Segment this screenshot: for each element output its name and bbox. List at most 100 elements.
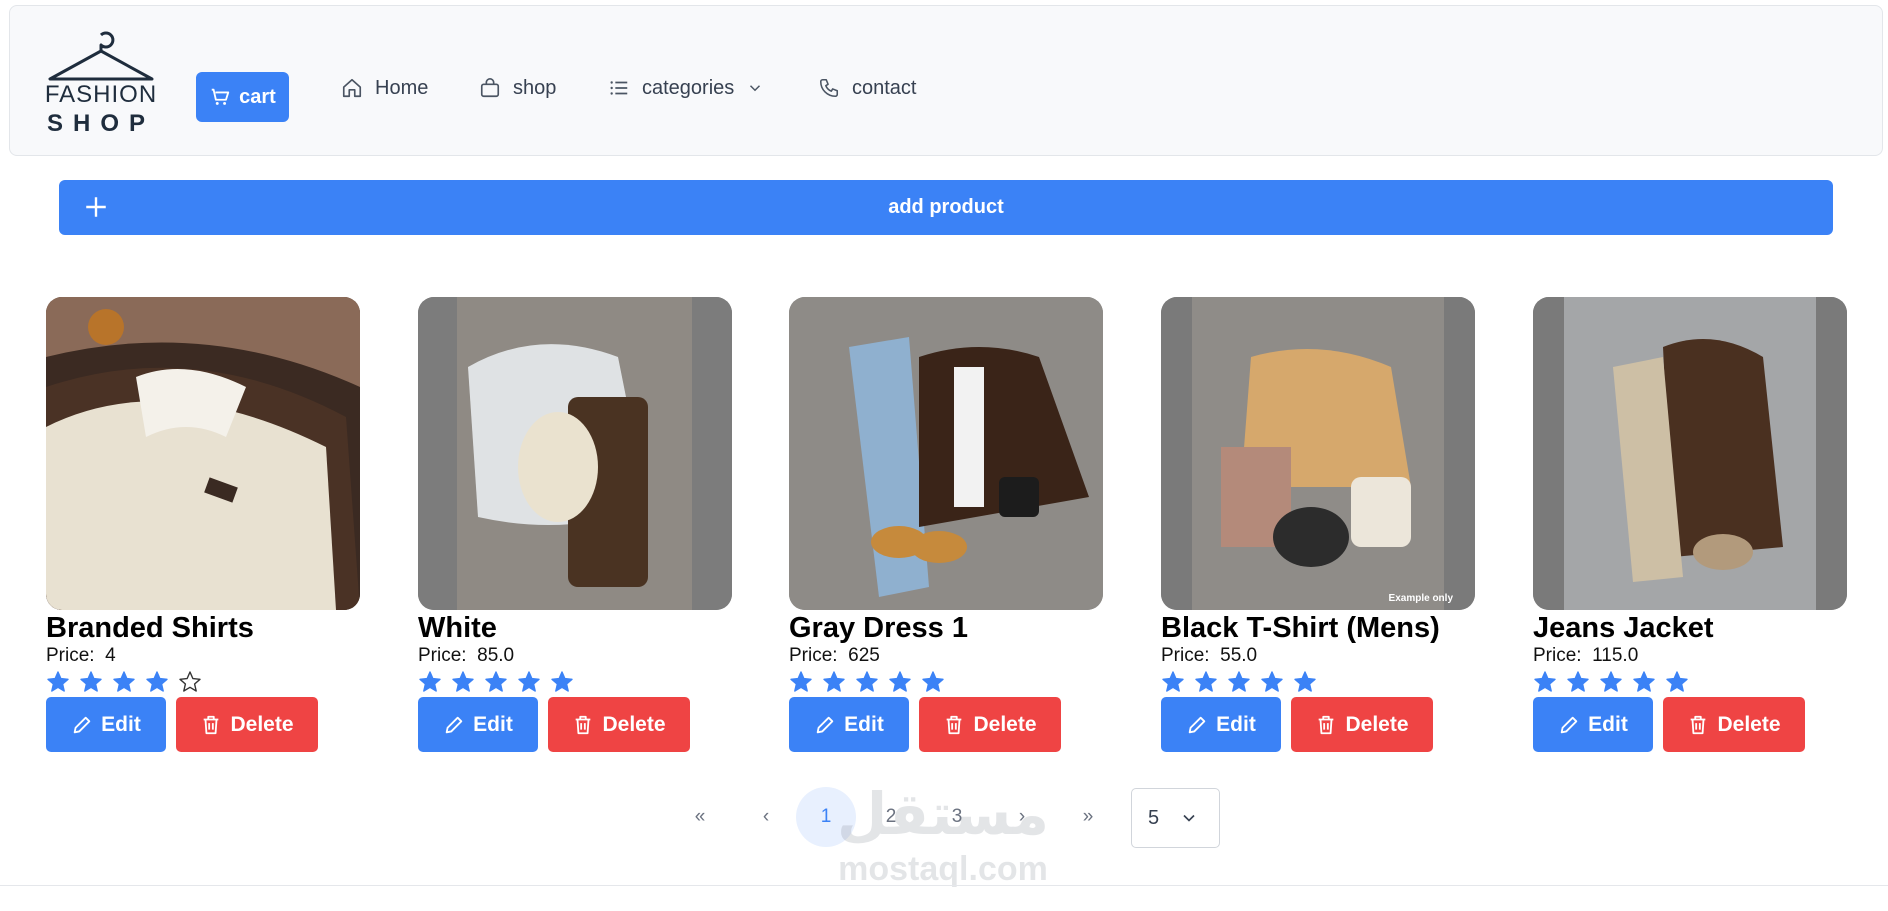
star-filled-icon <box>855 670 879 694</box>
chevron-down-icon <box>1183 814 1195 822</box>
first-page-button[interactable]: « <box>670 787 730 847</box>
product-price: Price: 625 <box>789 645 880 666</box>
product-price: Price: 4 <box>46 645 116 666</box>
edit-button[interactable]: Edit <box>789 697 909 752</box>
product-image[interactable]: Example only <box>1161 297 1475 610</box>
delete-button[interactable]: Delete <box>1663 697 1805 752</box>
brand-line1: FASHION <box>45 81 157 108</box>
star-filled-icon <box>1227 670 1251 694</box>
star-empty-icon <box>178 670 202 694</box>
edit-button[interactable]: Edit <box>1533 697 1653 752</box>
product-image[interactable] <box>418 297 732 610</box>
star-filled-icon <box>888 670 912 694</box>
footer-divider <box>0 885 1888 886</box>
edit-label: Edit <box>101 712 141 736</box>
brand-line2: SHOP <box>47 110 155 137</box>
star-filled-icon <box>517 670 541 694</box>
product-name: Gray Dress 1 <box>789 612 968 644</box>
pencil-icon <box>1188 716 1206 733</box>
product-card: White Price: 85.0 Edit Delete <box>418 297 732 752</box>
trash-icon <box>947 715 962 734</box>
nav-item-shop[interactable]: shop <box>479 73 556 103</box>
edit-button[interactable]: Edit <box>1161 697 1281 752</box>
rating-stars <box>1533 670 1847 694</box>
trash-icon <box>576 715 591 734</box>
watermark-latin: mostaql.com <box>838 850 1048 888</box>
home-icon <box>342 78 362 98</box>
product-image[interactable] <box>789 297 1103 610</box>
add-product-button[interactable]: add product <box>59 180 1833 235</box>
add-product-label: add product <box>888 196 1004 218</box>
nav-label-home: Home <box>375 76 429 99</box>
watermark: مستقل mostaql.com <box>828 780 1058 890</box>
rating-stars <box>46 670 360 694</box>
page-size-select[interactable]: 5 <box>1131 788 1220 848</box>
cart-icon <box>211 88 230 105</box>
star-filled-icon <box>1599 670 1623 694</box>
phone-icon <box>819 78 839 98</box>
star-filled-icon <box>484 670 508 694</box>
delete-button[interactable]: Delete <box>919 697 1061 752</box>
star-filled-icon <box>1533 670 1557 694</box>
product-name: White <box>418 612 497 644</box>
cart-button[interactable]: cart <box>196 72 289 122</box>
trash-icon <box>1319 715 1334 734</box>
watermark-arabic: مستقل <box>836 780 1050 848</box>
product-image[interactable] <box>46 297 360 610</box>
star-filled-icon <box>1194 670 1218 694</box>
star-filled-icon <box>418 670 442 694</box>
delete-label: Delete <box>602 712 666 736</box>
delete-button[interactable]: Delete <box>548 697 690 752</box>
image-caption: Example only <box>1388 593 1453 604</box>
brand-logo[interactable]: FASHION SHOP <box>38 27 164 139</box>
shopping-bag-icon <box>480 78 500 98</box>
star-filled-icon <box>145 670 169 694</box>
nav-label-shop: shop <box>513 76 557 99</box>
edit-label: Edit <box>844 712 884 736</box>
star-filled-icon <box>1260 670 1284 694</box>
pencil-icon <box>816 716 834 733</box>
nav-label-contact: contact <box>852 76 917 99</box>
edit-button[interactable]: Edit <box>46 697 166 752</box>
star-filled-icon <box>1566 670 1590 694</box>
nav-item-categories[interactable]: categories <box>608 73 764 103</box>
product-card: Branded Shirts Price: 4 Edit Delete <box>46 297 360 752</box>
chevron-down-icon <box>750 85 761 92</box>
nav-item-contact[interactable]: contact <box>818 73 916 103</box>
edit-label: Edit <box>473 712 513 736</box>
star-filled-icon <box>789 670 813 694</box>
product-card: Jeans Jacket Price: 115.0 Edit Delete <box>1533 297 1847 752</box>
star-filled-icon <box>451 670 475 694</box>
product-price: Price: 55.0 <box>1161 645 1258 666</box>
prev-page-button[interactable]: ‹ <box>736 787 796 847</box>
product-card: Example only Black T-Shirt (Mens) Price:… <box>1161 297 1475 752</box>
pencil-icon <box>1560 716 1578 733</box>
rating-stars <box>1161 670 1475 694</box>
star-filled-icon <box>1632 670 1656 694</box>
star-filled-icon <box>1665 670 1689 694</box>
product-price: Price: 115.0 <box>1533 645 1639 666</box>
product-name: Branded Shirts <box>46 612 254 644</box>
pencil-icon <box>445 716 463 733</box>
star-filled-icon <box>1293 670 1317 694</box>
edit-label: Edit <box>1216 712 1256 736</box>
trash-icon <box>204 715 219 734</box>
page-size-value: 5 <box>1148 806 1160 829</box>
edit-button[interactable]: Edit <box>418 697 538 752</box>
star-filled-icon <box>79 670 103 694</box>
delete-button[interactable]: Delete <box>1291 697 1433 752</box>
product-price: Price: 85.0 <box>418 645 515 666</box>
pencil-icon <box>73 716 91 733</box>
rating-stars <box>418 670 732 694</box>
nav-item-home[interactable]: Home <box>341 73 428 103</box>
nav-label-categories: categories <box>642 76 735 99</box>
product-name: Jeans Jacket <box>1533 612 1714 644</box>
rating-stars <box>789 670 1103 694</box>
product-card: Gray Dress 1 Price: 625 Edit Delete <box>789 297 1103 752</box>
delete-label: Delete <box>1717 712 1781 736</box>
product-image[interactable] <box>1533 297 1847 610</box>
star-filled-icon <box>112 670 136 694</box>
delete-button[interactable]: Delete <box>176 697 318 752</box>
edit-label: Edit <box>1588 712 1628 736</box>
last-page-button[interactable]: » <box>1058 787 1118 847</box>
